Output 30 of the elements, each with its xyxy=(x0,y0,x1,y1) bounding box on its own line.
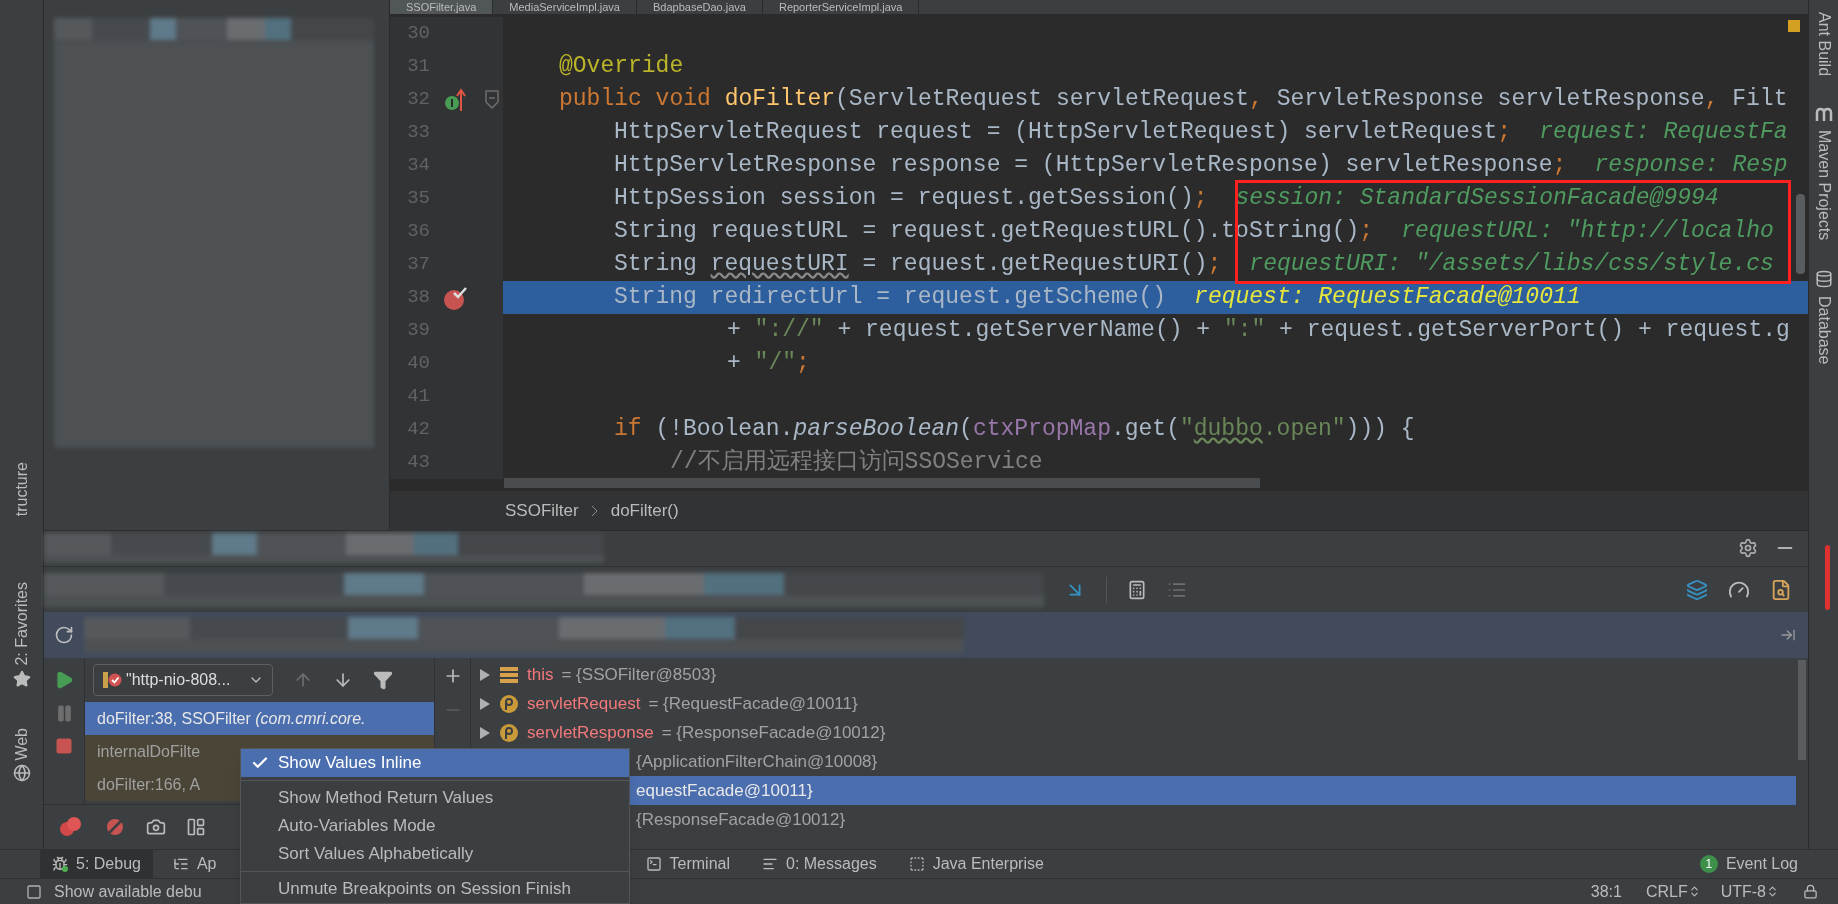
event-log-label: Event Log xyxy=(1725,854,1798,874)
inline-value-hint: requestURL: "http://localho xyxy=(1401,217,1774,246)
variable-value: equestFacade@10011} xyxy=(636,779,813,802)
inline-value-hint: response: Resp xyxy=(1594,151,1788,180)
status-message: Show available debu xyxy=(54,881,202,902)
variable-name: servletRequest xyxy=(527,692,641,715)
code-line: public void doFilter(ServletRequest servletRequest, ServletResponse servletResponse, Filt xyxy=(559,85,1788,114)
code-line: HttpSession session = request.getSession(); xyxy=(614,184,1208,213)
inline-value-hint: request: RequestFacade@10011 xyxy=(1194,283,1581,312)
variable-value: = {ResponseFacade@10012} xyxy=(661,721,886,744)
code-line: String redirectUrl = request.getScheme() xyxy=(614,283,1167,312)
code-line: HttpServletResponse response = (HttpServletResponse) servletResponse; xyxy=(614,151,1567,180)
code-line: + "://" + request.getServerName() + ":" + request.getServerPort() + request.g xyxy=(727,316,1790,345)
code-line: + "/"; xyxy=(727,349,810,378)
inline-value-hint: requestURI: "/assets/libs/css/style.cs xyxy=(1249,250,1774,279)
code-line: @Override xyxy=(559,52,684,81)
variable-name: servletResponse xyxy=(527,721,654,744)
notification-badge: 1 xyxy=(1699,855,1718,873)
variable-value: {ResponseFacade@10012} xyxy=(636,808,846,831)
code-line: if (!Boolean.parseBoolean(ctxPropMap.get("dubbo.open"))) { xyxy=(614,415,1415,444)
variable-value: = {RequestFacade@10011} xyxy=(648,692,858,715)
code-line: HttpServletRequest request = (HttpServletRequest) servletRequest; xyxy=(614,118,1512,147)
variable-value: {ApplicationFilterChain@10008} xyxy=(636,750,878,773)
code-line: //不启用远程接口访问SSOService xyxy=(670,447,1043,477)
inline-value-hint: request: RequestFa xyxy=(1539,118,1788,147)
code-line: String requestURI = request.getRequestURI(); xyxy=(614,250,1222,279)
thread-name: "http-nio-808... xyxy=(126,670,231,690)
variable-name: this xyxy=(527,663,554,686)
inline-value-hint: session: StandardSessionFacade@9994 xyxy=(1235,184,1719,213)
variable-value: = {SSOFilter@8503} xyxy=(561,663,717,686)
